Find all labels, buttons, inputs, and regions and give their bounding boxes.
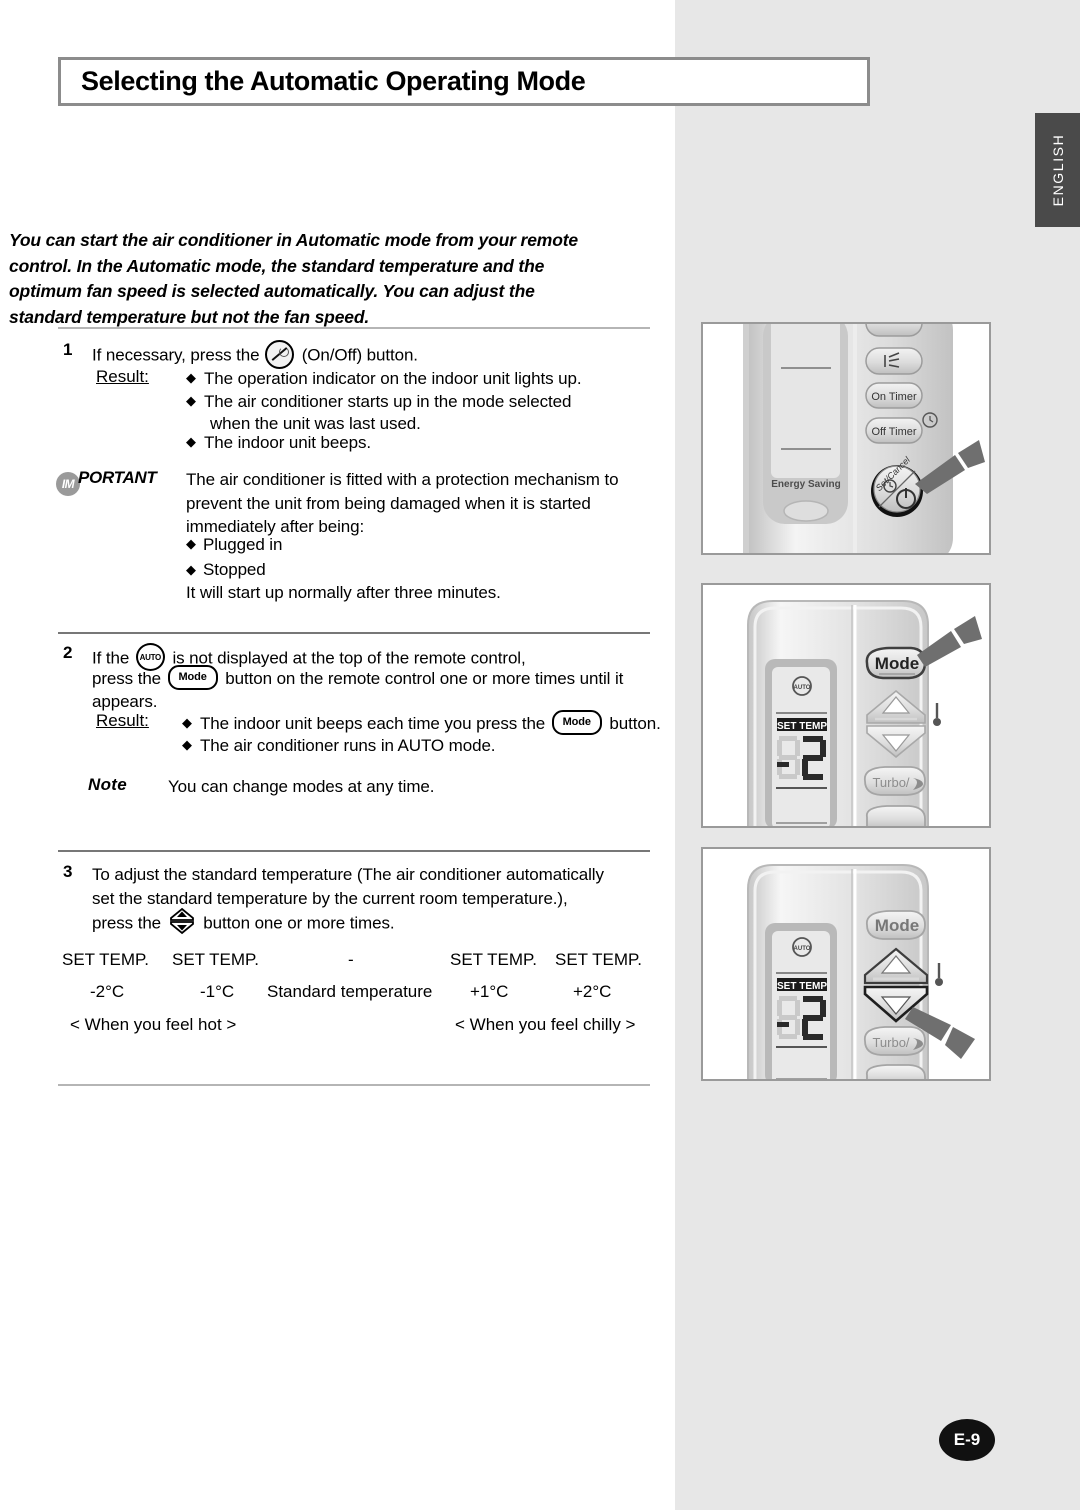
page-title-box: Selecting the Automatic Operating Mode — [58, 57, 870, 106]
svg-text:Energy Saving: Energy Saving — [771, 479, 840, 490]
step-1-text-before: If necessary, press the — [92, 345, 260, 365]
important-badge-text: PORTANT — [78, 468, 157, 487]
up-down-arrow-icon — [168, 907, 196, 935]
on-off-icon — [265, 340, 295, 369]
temp-value-5: +2°C — [573, 982, 612, 1001]
bullet-icon: ◆ — [186, 562, 196, 577]
divider-intro — [58, 327, 650, 329]
svg-text:AUTO: AUTO — [794, 946, 811, 952]
bullet-icon: ◆ — [182, 715, 192, 730]
temp-value-4: +1°C — [470, 982, 509, 1001]
step-2-line-2: press the Mode button on the remote cont… — [92, 665, 623, 694]
note-badge: Note — [88, 775, 127, 794]
important-closing: It will start up normally after three mi… — [186, 583, 501, 602]
svg-text:SET TEMP: SET TEMP — [777, 721, 827, 732]
remote-mode-button-illustration: AUTO SET TEMP Mode Turbo/ — [701, 583, 991, 828]
remote-top-onoff-illustration: Energy Saving On Timer Off Timer Set/Can… — [701, 322, 991, 555]
step-2-result-label: Result: — [96, 711, 149, 730]
svg-text:Off Timer: Off Timer — [871, 426, 916, 438]
divider-bottom — [58, 1084, 650, 1086]
temp-value-3: Standard temperature — [267, 982, 433, 1001]
step-1-text-after: (On/Off) button. — [301, 345, 418, 365]
temp-header-5: SET TEMP. — [555, 950, 642, 969]
important-badge-circle: IM — [56, 472, 80, 496]
step-3-number: 3 — [63, 862, 73, 881]
divider-step-3 — [58, 850, 650, 852]
bullet-icon: ◆ — [186, 536, 196, 551]
language-tab-label: ENGLISH — [1049, 133, 1066, 207]
step-2-number: 2 — [63, 643, 73, 662]
svg-text:On Timer: On Timer — [871, 391, 917, 403]
step-2-line-2-b: button on the remote control one or more… — [225, 668, 624, 688]
svg-text:Mode: Mode — [875, 654, 919, 673]
svg-text:SET TEMP: SET TEMP — [777, 981, 827, 992]
page-title: Selecting the Automatic Operating Mode — [81, 66, 586, 96]
svg-text:Turbo/: Turbo/ — [872, 775, 909, 790]
important-badge: IM PORTANT — [56, 468, 157, 496]
bullet-icon: ◆ — [186, 434, 196, 449]
remote-temp-down-illustration: AUTO SET TEMP Mode Turbo/ — [701, 847, 991, 1081]
important-bullet-2: Stopped — [203, 560, 266, 579]
step-2-result-1-a: The indoor unit beeps each time you pres… — [200, 713, 546, 733]
svg-text:AUTO: AUTO — [794, 685, 811, 691]
temp-header-2: SET TEMP. — [172, 950, 259, 969]
bullet-icon: ◆ — [186, 393, 196, 408]
divider-step-2 — [58, 632, 650, 634]
svg-text:Turbo/: Turbo/ — [872, 1035, 909, 1050]
temp-value-1: -2°C — [90, 982, 125, 1001]
mode-button-icon: Mode — [167, 665, 218, 690]
step-3-line-3-b: button one or more times. — [203, 913, 395, 933]
page-number: E-9 — [939, 1419, 995, 1461]
mode-button-icon: Mode — [551, 710, 602, 735]
step-1-result-label: Result: — [96, 367, 149, 386]
step-1-result-1: The operation indicator on the indoor un… — [204, 369, 582, 388]
step-2-line-2-a: press the — [92, 668, 162, 688]
intro-paragraph: You can start the air conditioner in Aut… — [9, 230, 579, 327]
step-3-line-3-a: press the — [92, 913, 162, 933]
temp-caption-right: < When you feel chilly > — [455, 1015, 636, 1034]
temp-caption-left: < When you feel hot > — [70, 1015, 237, 1034]
step-3-line-1: To adjust the standard temperature (The … — [92, 865, 604, 884]
temp-header-1: SET TEMP. — [62, 950, 149, 969]
language-tab: ENGLISH — [1035, 113, 1080, 227]
bullet-icon: ◆ — [182, 737, 192, 752]
svg-text:Mode: Mode — [875, 916, 919, 935]
temp-value-2: -1°C — [200, 982, 235, 1001]
step-2-result-2: The air conditioner runs in AUTO mode. — [200, 736, 496, 755]
important-line-1: The air conditioner is fitted with a pro… — [186, 470, 619, 489]
bullet-icon: ◆ — [186, 370, 196, 385]
step-3-line-3: press the button one or more times. — [92, 907, 395, 941]
note-text: You can change modes at any time. — [168, 777, 435, 796]
temp-header-4: SET TEMP. — [450, 950, 537, 969]
step-2-result-1-b: button. — [609, 713, 661, 733]
important-bullet-1: Plugged in — [203, 535, 283, 554]
step-1-result-3: The indoor unit beeps. — [204, 433, 371, 452]
temp-header-3: - — [348, 950, 354, 969]
important-line-2: prevent the unit from being damaged when… — [186, 494, 591, 513]
step-1-number: 1 — [63, 340, 73, 359]
